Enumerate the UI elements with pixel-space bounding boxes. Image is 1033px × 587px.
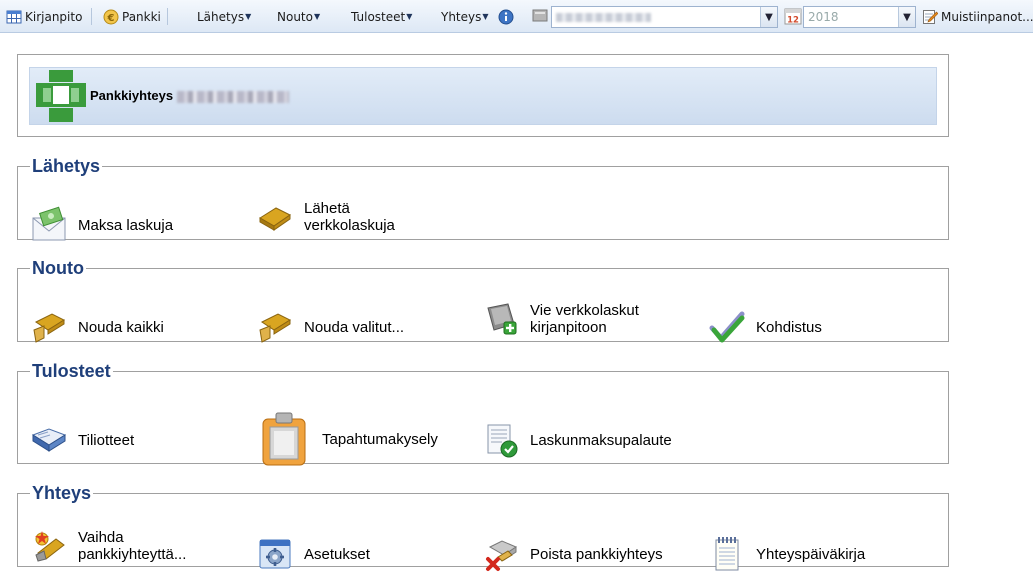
- tulosteet-menu[interactable]: Tulosteet ▼: [351, 7, 412, 27]
- nouda-kaikki-label: Nouda kaikki: [78, 318, 164, 336]
- nouto-menu-label: Nouto: [277, 10, 313, 24]
- coin-icon: €: [103, 9, 119, 25]
- pankki-button[interactable]: € Pankki: [103, 7, 161, 27]
- vaihda-pankkiyhteytta-button[interactable]: Vaihda pankkiyhteyttä...: [30, 527, 186, 565]
- kirjanpito-button[interactable]: Kirjanpito: [6, 7, 82, 27]
- section-title-yhteys: Yhteys: [32, 483, 92, 503]
- yhteyspaivakirja-label: Yhteyspäiväkirja: [756, 545, 866, 563]
- dropdown-arrow-icon: ▼: [406, 12, 413, 21]
- ledger-grid-icon: [6, 10, 22, 24]
- nouda-valitut-label: Nouda valitut...: [304, 318, 405, 336]
- receive-wallet-icon: [259, 313, 292, 343]
- info-icon: [498, 9, 514, 25]
- receive-wallet-icon: [33, 313, 66, 343]
- wallet-icon: [259, 207, 291, 231]
- poista-pankkiyhteys-button[interactable]: Poista pankkiyhteys: [482, 535, 663, 573]
- lahetys-menu-label: Lähetys: [197, 10, 245, 24]
- asetukset-button[interactable]: Asetukset: [256, 535, 370, 573]
- envelope-money-icon: [32, 206, 66, 241]
- settings-window-icon: [259, 539, 291, 569]
- laheta-verkkolaskuja-label: Lähetä verkkolaskuja: [304, 200, 395, 234]
- nouto-menu[interactable]: Nouto ▼: [277, 7, 320, 27]
- maksa-laskuja-button[interactable]: Maksa laskuja: [30, 206, 173, 244]
- chevron-down-icon[interactable]: ▼: [760, 7, 777, 27]
- header-band: Pankkiyhteys: [29, 67, 937, 125]
- section-title-nouto: Nouto: [32, 258, 84, 278]
- bank-logo-icon: [36, 70, 86, 122]
- vie-verkkolaskut-label: Vie verkkolaskut kirjanpitoon: [530, 302, 639, 336]
- dropdown-arrow-icon: ▼: [245, 12, 252, 21]
- bank-connection-header: Pankkiyhteys: [17, 54, 949, 137]
- nouda-valitut-button[interactable]: Nouda valitut...: [256, 308, 404, 346]
- muistiinpanot-label: Muistiinpanot...: [941, 10, 1033, 24]
- tiliotteet-label: Tiliotteet: [78, 431, 135, 449]
- company-icon: [532, 9, 548, 22]
- year-select-value: 2018: [808, 10, 839, 24]
- muistiinpanot-button[interactable]: Muistiinpanot...: [922, 7, 1033, 27]
- kirjanpito-label: Kirjanpito: [25, 10, 83, 24]
- notepad-icon: [715, 537, 739, 571]
- pankki-label: Pankki: [122, 10, 161, 24]
- poista-pankkiyhteys-label: Poista pankkiyhteys: [530, 545, 663, 563]
- main-toolbar: Kirjanpito € Pankki Lähetys ▼ Nouto ▼ Tulo…: [0, 0, 1033, 33]
- company-select[interactable]: ▼: [551, 6, 778, 28]
- header-title: Pankkiyhteys: [90, 88, 290, 103]
- yhteys-menu-label: Yhteys: [441, 10, 482, 24]
- open-book-icon: [31, 428, 67, 452]
- section-yhteys: Yhteys Vaihda pankkiyhteyttä... Asetukse…: [17, 483, 949, 571]
- toolbar-separator: [167, 8, 168, 25]
- lahetys-menu[interactable]: Lähetys ▼: [197, 7, 251, 27]
- toolbar-separator: [91, 8, 92, 25]
- section-title-tulosteet: Tulosteet: [32, 361, 111, 381]
- kohdistus-button[interactable]: Kohdistus: [708, 308, 822, 346]
- laskunmaksupalaute-button[interactable]: Laskunmaksupalaute: [482, 421, 672, 459]
- tulosteet-menu-label: Tulosteet: [351, 10, 406, 24]
- svg-text:€: €: [107, 13, 115, 24]
- checkmark-icon: [709, 311, 745, 343]
- notepad-pencil-icon: [923, 10, 938, 24]
- calendar-icon: 12: [784, 8, 802, 26]
- maksa-laskuja-label: Maksa laskuja: [78, 216, 174, 234]
- yhteyspaivakirja-button[interactable]: Yhteyspäiväkirja: [708, 535, 865, 573]
- laskunmaksupalaute-label: Laskunmaksupalaute: [530, 431, 672, 449]
- tapahtumakysely-button[interactable]: Tapahtumakysely: [256, 411, 438, 467]
- svg-text:12: 12: [787, 16, 799, 26]
- dropdown-arrow-icon: ▼: [482, 12, 489, 21]
- chevron-down-icon[interactable]: ▼: [898, 7, 915, 27]
- kohdistus-label: Kohdistus: [756, 318, 822, 336]
- asetukset-label: Asetukset: [304, 545, 370, 563]
- nouda-kaikki-button[interactable]: Nouda kaikki: [30, 308, 164, 346]
- section-nouto: Nouto Nouda kaikki Nouda valitut... Vie …: [17, 258, 949, 343]
- book-add-icon: [487, 303, 517, 335]
- dropdown-arrow-icon: ▼: [313, 12, 321, 21]
- section-tulosteet: Tulosteet Tiliotteet Tapahtumakysely Las…: [17, 361, 949, 467]
- section-lahetys: Lähetys Maksa laskuja Lähetä verkkolasku…: [17, 156, 949, 241]
- laheta-verkkolaskuja-button[interactable]: Lähetä verkkolaskuja: [256, 198, 395, 236]
- vaihda-pankkiyhteytta-label: Vaihda pankkiyhteyttä...: [78, 529, 187, 563]
- section-title-lahetys: Lähetys: [32, 156, 101, 176]
- redacted-bank-name: [177, 90, 290, 103]
- change-connection-icon: [35, 531, 65, 562]
- delete-connection-icon: [486, 540, 518, 571]
- vie-verkkolaskut-button[interactable]: Vie verkkolaskut kirjanpitoon: [482, 300, 639, 338]
- info-button[interactable]: [498, 7, 517, 27]
- tiliotteet-button[interactable]: Tiliotteet: [30, 421, 134, 459]
- year-select[interactable]: 2018 ▼: [803, 6, 916, 28]
- tapahtumakysely-label: Tapahtumakysely: [322, 430, 438, 448]
- yhteys-menu[interactable]: Yhteys ▼: [441, 7, 489, 27]
- clipboard-icon: [262, 412, 306, 466]
- company-select-value: [552, 10, 760, 24]
- document-check-icon: [487, 424, 518, 458]
